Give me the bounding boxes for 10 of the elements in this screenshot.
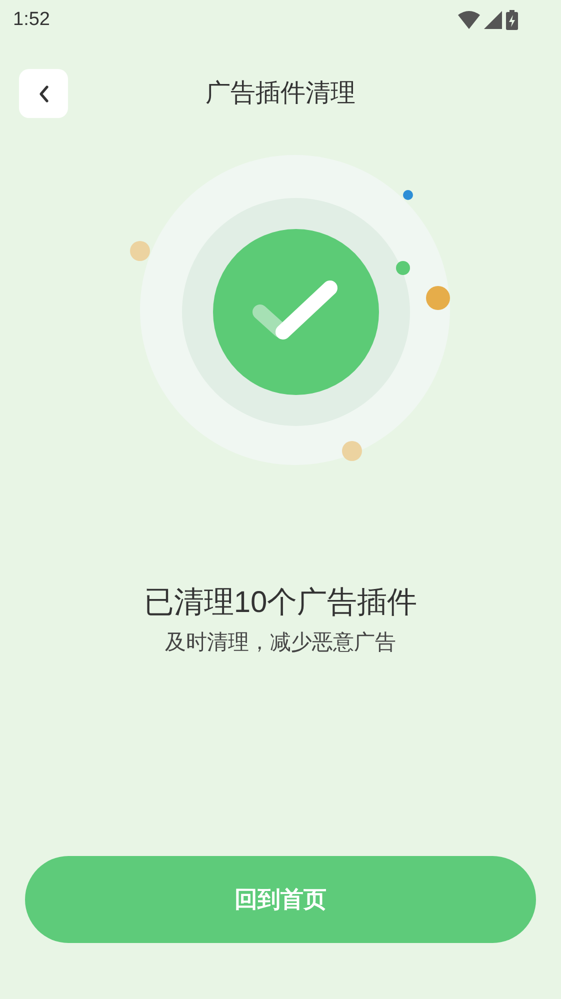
- back-icon: [38, 84, 50, 102]
- wifi-icon: [458, 11, 480, 29]
- status-time: 1:52: [13, 8, 50, 32]
- battery-icon: [506, 10, 518, 30]
- back-button[interactable]: [19, 69, 68, 118]
- result-title: 已清理10个广告插件: [144, 585, 418, 621]
- result-subtitle: 及时清理，减少恶意广告: [165, 630, 396, 656]
- home-button[interactable]: 回到首页: [25, 856, 536, 943]
- page-title: 广告插件清理: [206, 78, 356, 110]
- signal-icon: [484, 11, 502, 29]
